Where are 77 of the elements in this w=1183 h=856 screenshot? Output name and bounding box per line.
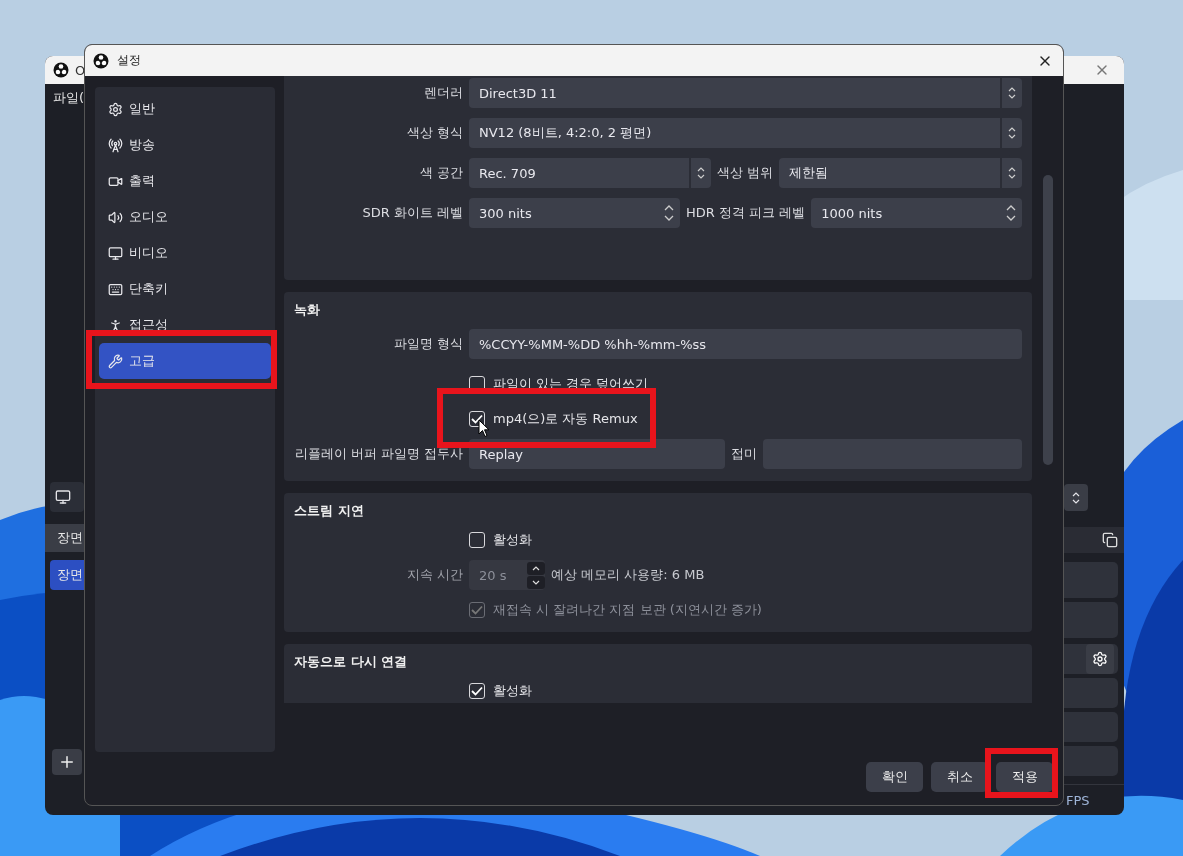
list-row [1064, 562, 1118, 598]
add-button[interactable] [52, 749, 82, 775]
updown-arrows-icon [1008, 86, 1016, 100]
check-icon [471, 686, 483, 696]
up-chevron-icon [532, 565, 540, 571]
panel-title: 장면 [57, 529, 83, 547]
field-label: 색상 형식 [405, 124, 463, 142]
gear-icon [108, 101, 123, 117]
sidebar-item[interactable]: 방송 [99, 127, 271, 163]
updown-arrows-icon [697, 166, 705, 180]
dropdown[interactable]: Direct3D 11 [469, 78, 1022, 108]
check-icon [471, 414, 483, 424]
group-title: 녹화 [293, 301, 321, 319]
monitor-icon [55, 489, 71, 505]
dropdown[interactable]: NV12 (8비트, 4:2:0, 2 평면) [469, 118, 1022, 148]
status-text: FPS [1066, 792, 1090, 808]
dropdown[interactable]: 제한됨 [779, 158, 1022, 188]
dialog-button[interactable]: 적용 [996, 762, 1053, 792]
updown-arrows-icon [664, 204, 674, 222]
field-label: 접미 [731, 445, 757, 463]
scrollbar-thumb[interactable] [1043, 175, 1053, 465]
sidebar-item[interactable]: 출력 [99, 163, 271, 199]
field-label: 색상 범위 [717, 164, 774, 182]
dropdown[interactable]: Rec. 709 [469, 158, 711, 188]
group-title: 스트림 지연 [293, 502, 365, 520]
check-icon [471, 605, 483, 615]
sidebar-item[interactable]: 비디오 [99, 235, 271, 271]
logo-icon [93, 52, 109, 69]
person-icon [108, 317, 123, 333]
number-field[interactable]: 1000 nits [811, 198, 1022, 228]
field-label: 리플레이 버퍼 파일명 접두사 [293, 445, 463, 463]
add-icon [58, 753, 76, 771]
speaker-icon [108, 209, 123, 225]
list-row [1064, 746, 1118, 776]
scene-item[interactable]: 장면 [50, 560, 84, 590]
dialog-button[interactable]: 취소 [931, 762, 988, 792]
group-title: 자동으로 다시 연결 [293, 653, 409, 671]
dialog-title: 설정 [117, 52, 141, 69]
field-label: SDR 화이트 레벨 [361, 204, 463, 222]
wrench-icon [108, 353, 123, 369]
window-title: O [75, 62, 86, 78]
list-row [1064, 712, 1118, 742]
spin-button[interactable] [1064, 484, 1088, 511]
toolbar-button[interactable] [50, 482, 84, 512]
updown-arrows-icon [1008, 166, 1016, 180]
number-field[interactable]: 300 nits [469, 198, 680, 228]
down-chevron-icon [532, 579, 540, 585]
logo-icon [53, 62, 69, 78]
sidebar-item[interactable]: 고급 [99, 343, 271, 379]
input-field[interactable]: %CCYY-%MM-%DD %hh-%mm-%ss [469, 329, 1022, 359]
windows-icon[interactable] [1102, 532, 1118, 548]
memory-estimate: 예상 메모리 사용량: 6 MB [551, 566, 705, 584]
field-label: 지속 시간 [405, 566, 463, 584]
settings-icon [1092, 651, 1108, 667]
field-label: 파일명 형식 [392, 335, 463, 353]
monitor-icon [108, 245, 123, 261]
cursor-icon [478, 419, 490, 438]
menu-item[interactable]: 파일( [53, 89, 85, 107]
list-row [1064, 678, 1118, 708]
list-row [1064, 602, 1118, 638]
sidebar-item[interactable]: 단축키 [99, 271, 271, 307]
field-label: HDR 정격 피크 레벨 [686, 204, 806, 222]
settings-button[interactable] [1086, 644, 1114, 674]
checkbox-label: 재접속 시 잘려나간 지점 보관 (지연시간 증가) [493, 601, 762, 619]
field-label: 색 공간 [418, 164, 463, 182]
sidebar-item[interactable]: 일반 [99, 91, 271, 127]
checkbox-label: mp4(으)로 자동 Remux [493, 410, 638, 428]
checkbox-label: 활성화 [493, 531, 532, 549]
antenna-icon [108, 137, 123, 153]
dialog-button[interactable]: 확인 [866, 762, 923, 792]
field-label: 렌더러 [423, 84, 463, 102]
updown-arrows-icon [1008, 126, 1016, 140]
sidebar-item[interactable]: 오디오 [99, 199, 271, 235]
updown-arrows-icon [1006, 204, 1016, 222]
updown-arrows-icon [1072, 490, 1080, 505]
keyboard-icon [108, 281, 123, 297]
checkbox-label: 활성화 [493, 682, 532, 700]
